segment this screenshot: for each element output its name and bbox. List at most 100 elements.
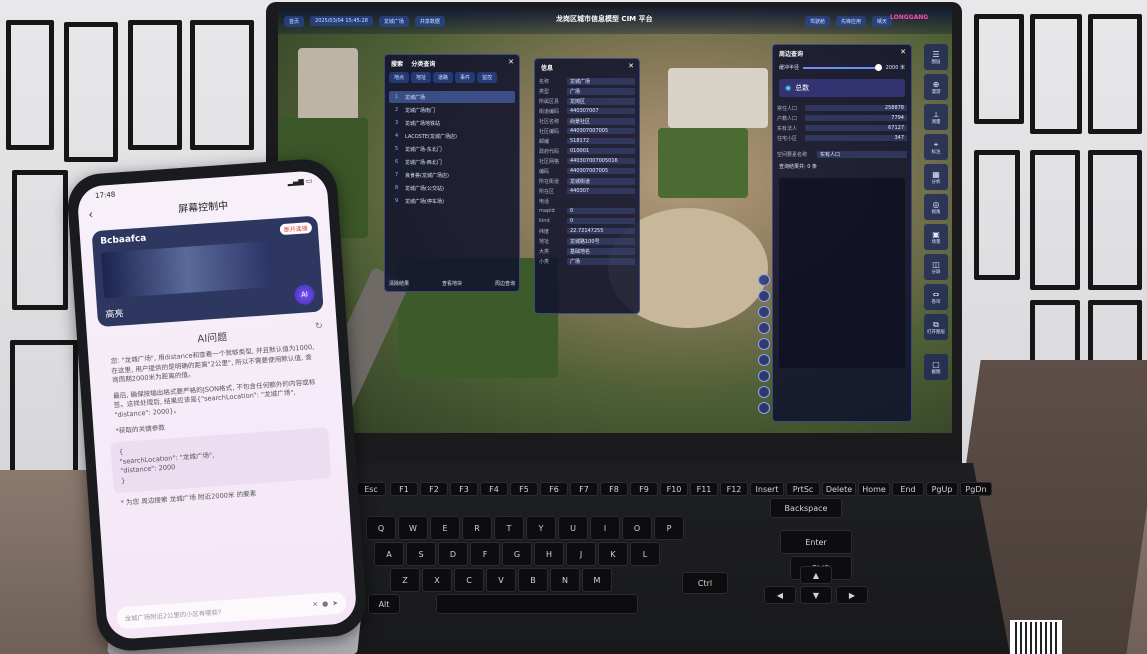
key-m[interactable]: M: [582, 568, 612, 592]
tab-search[interactable]: 搜索: [391, 61, 403, 68]
key-q[interactable]: Q: [366, 516, 396, 540]
zoom-control[interactable]: [758, 402, 770, 414]
microphone-icon[interactable]: ●: [322, 600, 329, 608]
key-e[interactable]: E: [430, 516, 460, 540]
result-item[interactable]: 1 龙城广场: [389, 91, 515, 103]
close-icon[interactable]: ✕: [312, 600, 318, 608]
zoom-control[interactable]: [758, 386, 770, 398]
key-t[interactable]: T: [494, 516, 524, 540]
key-f7[interactable]: F7: [570, 482, 598, 496]
close-icon[interactable]: ✕: [900, 48, 906, 56]
key-l[interactable]: L: [630, 542, 660, 566]
radius-slider[interactable]: [803, 63, 882, 71]
key-ctrl[interactable]: Ctrl: [682, 572, 728, 594]
slider-handle[interactable]: [874, 63, 882, 71]
key-s[interactable]: S: [406, 542, 436, 566]
key-alt[interactable]: Alt: [368, 594, 400, 614]
clear-results-button[interactable]: 清除结果: [389, 280, 409, 287]
key-o[interactable]: O: [622, 516, 652, 540]
key-f10[interactable]: F10: [660, 482, 688, 496]
key-g[interactable]: G: [502, 542, 532, 566]
zoom-control[interactable]: [758, 322, 770, 334]
close-icon[interactable]: ✕: [508, 58, 514, 66]
mark-tool-button[interactable]: ⌖ 标注: [924, 134, 948, 160]
home-button[interactable]: 首页: [284, 15, 305, 27]
key-insert[interactable]: Insert: [750, 482, 784, 496]
result-item[interactable]: 2 龙城广场南门: [389, 104, 515, 116]
result-item[interactable]: 3 龙城广场地铁站: [389, 117, 515, 129]
view-parcel-button[interactable]: 查看地块: [442, 280, 462, 287]
key-f9[interactable]: F9: [630, 482, 658, 496]
key-v[interactable]: V: [486, 568, 516, 592]
close-icon[interactable]: ✕: [628, 62, 634, 70]
key-r[interactable]: R: [462, 516, 492, 540]
key-f5[interactable]: F5: [510, 482, 538, 496]
key-w[interactable]: W: [398, 516, 428, 540]
filter-chip[interactable]: 道路: [433, 72, 454, 83]
key-enter[interactable]: Enter: [780, 530, 852, 554]
key-f11[interactable]: F11: [690, 482, 718, 496]
scene-tool-button[interactable]: ▣ 场景: [924, 224, 948, 250]
key-a[interactable]: A: [374, 542, 404, 566]
key-x[interactable]: X: [422, 568, 452, 592]
screenshot-tool-button[interactable]: ▢ 截图: [924, 354, 948, 380]
location-search[interactable]: 龙城广场: [378, 15, 409, 27]
arrow-right-key[interactable]: ▶: [836, 586, 868, 604]
device-preview-card[interactable]: Bcbaafca 断开连接 高亮 AI: [91, 215, 324, 328]
key-esc[interactable]: Esc: [356, 482, 386, 496]
arrow-left-key[interactable]: ◀: [764, 586, 796, 604]
around-search-button[interactable]: 周边查询: [495, 280, 515, 287]
zoom-control[interactable]: [758, 290, 770, 302]
key-f3[interactable]: F3: [450, 482, 478, 496]
filter-chip[interactable]: 地点: [389, 72, 410, 83]
key-prtsc[interactable]: PrtSc: [786, 482, 820, 496]
key-f12[interactable]: F12: [720, 482, 748, 496]
key-f[interactable]: F: [470, 542, 500, 566]
zoom-control[interactable]: [758, 306, 770, 318]
open-layer-tool-button[interactable]: ⧉ 打开图层: [924, 314, 948, 340]
key-backspace[interactable]: Backspace: [770, 498, 842, 518]
key-end[interactable]: End: [892, 482, 924, 496]
refresh-icon[interactable]: ↻: [315, 321, 323, 332]
split-tool-button[interactable]: ◫ 分屏: [924, 254, 948, 280]
highlight-label[interactable]: 高亮: [105, 306, 124, 320]
key-home[interactable]: Home: [858, 482, 890, 496]
result-item[interactable]: 9 龙城广场(停车场): [389, 195, 515, 207]
view-tool-button[interactable]: ◎ 视角: [924, 194, 948, 220]
ai-assistant-button[interactable]: AI: [293, 283, 316, 306]
zoom-control[interactable]: [758, 370, 770, 382]
key-n[interactable]: N: [550, 568, 580, 592]
data-button[interactable]: 共享数据: [414, 15, 445, 27]
zoom-control[interactable]: [758, 274, 770, 286]
key-z[interactable]: Z: [390, 568, 420, 592]
result-item[interactable]: 6 龙城广场-西北门: [389, 156, 515, 168]
key-p[interactable]: P: [654, 516, 684, 540]
login-label[interactable]: LONGGANG: [890, 14, 928, 21]
disconnect-button[interactable]: 断开连接: [279, 221, 313, 236]
cockpit-button[interactable]: 驾驶舱: [804, 15, 830, 27]
key-f6[interactable]: F6: [540, 482, 568, 496]
key-pgdn[interactable]: PgDn: [960, 482, 992, 496]
key-i[interactable]: I: [590, 516, 620, 540]
key-b[interactable]: B: [518, 568, 548, 592]
key-u[interactable]: U: [558, 516, 588, 540]
send-icon[interactable]: ➤: [332, 599, 338, 607]
key-f8[interactable]: F8: [600, 482, 628, 496]
key-f2[interactable]: F2: [420, 482, 448, 496]
result-item[interactable]: 5 龙城广场-东北门: [389, 143, 515, 155]
key-y[interactable]: Y: [526, 516, 556, 540]
key-c[interactable]: C: [454, 568, 484, 592]
measure-tool-button[interactable]: ⟂ 测量: [924, 104, 948, 130]
arrow-up-key[interactable]: ▲: [800, 566, 832, 584]
filter-chip[interactable]: 事件: [455, 72, 476, 83]
key-pgup[interactable]: PgUp: [926, 482, 958, 496]
zoom-control[interactable]: [758, 338, 770, 350]
swipe-tool-button[interactable]: ⇔ 卷帘: [924, 284, 948, 310]
result-item[interactable]: 7 良食荟(龙城广场店): [389, 169, 515, 181]
key-f4[interactable]: F4: [480, 482, 508, 496]
key-delete[interactable]: Delete: [822, 482, 856, 496]
key-d[interactable]: D: [438, 542, 468, 566]
key-f1[interactable]: F1: [390, 482, 418, 496]
space-select[interactable]: 实有人口: [817, 150, 907, 158]
key-j[interactable]: J: [566, 542, 596, 566]
